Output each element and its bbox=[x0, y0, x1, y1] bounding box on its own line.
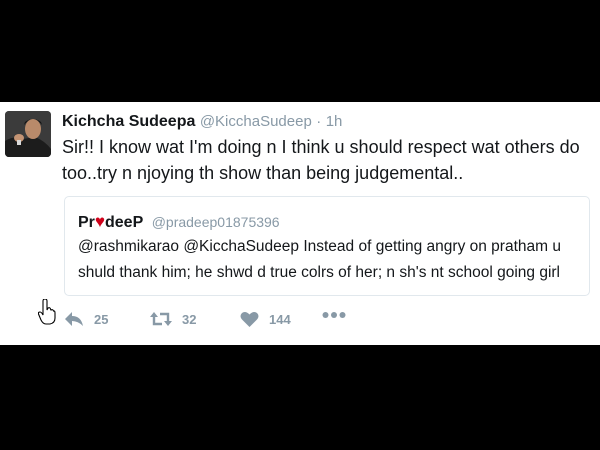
quoted-tweet-header: Pr♥deeP @pradeep01875396 bbox=[78, 212, 280, 232]
quoted-display-name[interactable]: Pr♥deeP bbox=[78, 212, 144, 231]
quoted-tweet[interactable]: Pr♥deeP @pradeep01875396 @rashmikarao @K… bbox=[64, 196, 590, 296]
hand-cursor-icon bbox=[38, 299, 56, 325]
quoted-user-handle[interactable]: @pradeep01875396 bbox=[152, 214, 280, 230]
like-count: 144 bbox=[269, 312, 291, 327]
more-dots-icon bbox=[322, 312, 346, 318]
like-button[interactable]: 144 bbox=[240, 311, 291, 328]
quoted-name-end: deeP bbox=[105, 214, 144, 231]
timestamp[interactable]: 1h bbox=[326, 113, 343, 130]
quoted-name-start: Pr bbox=[78, 214, 95, 231]
tweet-header: Kichcha Sudeepa @KicchaSudeep · 1h bbox=[62, 113, 342, 131]
more-button[interactable] bbox=[322, 311, 356, 319]
reply-icon bbox=[65, 312, 83, 326]
retweet-count: 32 bbox=[182, 311, 197, 327]
tweet-card[interactable]: Kichcha Sudeepa @KicchaSudeep · 1h Sir!!… bbox=[0, 102, 600, 345]
heart-icon: ♥ bbox=[94, 212, 105, 231]
heart-outline-icon bbox=[240, 312, 259, 327]
separator-dot: · bbox=[316, 113, 322, 130]
quoted-tweet-text: @rashmikarao @KicchaSudeep Instead of ge… bbox=[78, 238, 561, 281]
display-name[interactable]: Kichcha Sudeepa bbox=[62, 113, 195, 130]
tweet-text: Sir!! I know wat I'm doing n I think u s… bbox=[62, 137, 580, 183]
retweet-icon bbox=[150, 312, 172, 326]
avatar[interactable] bbox=[5, 111, 51, 157]
user-handle[interactable]: @KicchaSudeep bbox=[200, 113, 312, 130]
reply-count: 25 bbox=[94, 311, 109, 327]
retweet-button[interactable]: 32 bbox=[150, 311, 196, 327]
reply-button[interactable]: 25 bbox=[64, 311, 108, 327]
